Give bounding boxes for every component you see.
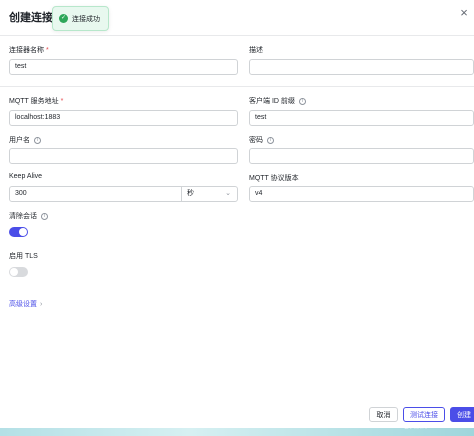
protocol-version-value: v4 [255, 190, 263, 197]
cancel-button[interactable]: 取消 [369, 407, 398, 422]
username-input[interactable] [9, 148, 238, 164]
clean-session-toggle[interactable] [9, 227, 28, 237]
keep-alive-unit-select[interactable]: 秒 [187, 187, 194, 201]
info-icon[interactable]: i [298, 97, 306, 105]
client-id-prefix-label: 客户端 ID 前缀 i [249, 96, 306, 106]
mqtt-server-label: MQTT 服务地址 * [9, 97, 64, 106]
username-label: 用户名 i [9, 135, 41, 145]
unit-separator [181, 187, 182, 201]
info-icon[interactable]: i [267, 136, 274, 144]
keep-alive-input[interactable]: 300 秒 ⌄ [9, 186, 238, 202]
success-toast: ✓ 连接成功 [52, 6, 109, 31]
required-mark: * [60, 97, 64, 105]
header-divider [0, 35, 474, 36]
description-label: 描述 [249, 47, 263, 54]
client-id-prefix-input[interactable]: test [249, 110, 474, 126]
section-divider [0, 86, 474, 87]
enable-tls-label: 启用 TLS [9, 253, 38, 260]
toggle-knob [10, 268, 18, 276]
connector-name-input[interactable]: test [9, 59, 238, 75]
info-icon[interactable]: i [34, 136, 41, 144]
description-input[interactable] [249, 59, 474, 75]
connector-name-label: 连接器名称 * [9, 46, 49, 55]
close-icon[interactable]: × [457, 6, 471, 20]
toggle-knob [19, 228, 27, 236]
chevron-right-icon: › [40, 301, 43, 308]
info-icon[interactable]: i [41, 212, 48, 220]
check-circle-icon: ✓ [59, 14, 68, 23]
password-input[interactable] [249, 148, 474, 164]
clean-session-label: 清除会话 i [9, 211, 48, 221]
mqtt-server-input[interactable]: localhost:1883 [9, 110, 238, 126]
protocol-version-label: MQTT 协议版本 [249, 175, 299, 182]
test-connection-button[interactable]: 测试连接 [403, 407, 445, 422]
chevron-down-icon: ⌄ [225, 190, 231, 197]
create-connector-dialog: 创建连接器 × ✓ 连接成功 连接器名称 * test 描述 MQTT 服务地址 *… [0, 0, 474, 436]
enable-tls-toggle[interactable] [9, 267, 28, 277]
watermark: CSDN @灵晨博士 [385, 424, 434, 430]
advanced-settings-link[interactable]: 高级设置 › [9, 299, 42, 309]
toast-message: 连接成功 [72, 15, 100, 23]
required-mark: * [46, 46, 49, 54]
password-label: 密码 i [249, 135, 274, 145]
keep-alive-label: Keep Alive [9, 173, 43, 180]
keep-alive-value: 300 [15, 190, 27, 197]
protocol-version-select[interactable]: v4 [249, 186, 474, 202]
create-button[interactable]: 创建 [450, 407, 474, 422]
